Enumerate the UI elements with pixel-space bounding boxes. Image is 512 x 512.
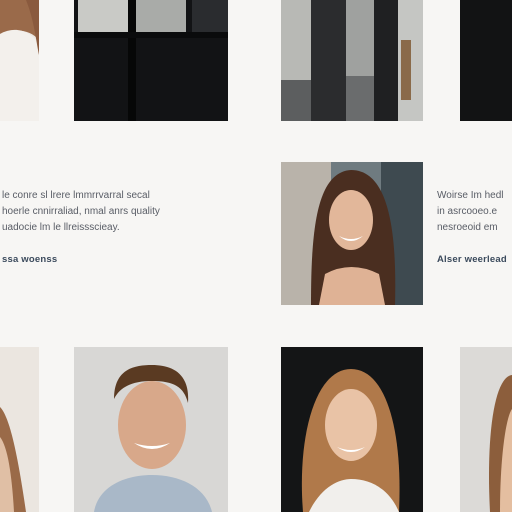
testimonial-line: Woirse Im hedl [437,190,504,201]
testimonial-text-left: le conre sl lrere lmmrrvarral secal hoer… [2,188,160,236]
testimonial-link-right[interactable]: Alser weerlead [437,254,507,265]
photo-woman-cropped-bottom-right[interactable] [460,347,512,512]
photo-woman-cropped-bottom-left[interactable] [0,347,39,512]
photo-woman-blonde-smiling[interactable] [281,347,423,512]
testimonial-line: uadocie lm le llreissscieay. [2,222,120,233]
photo-man-smiling[interactable] [74,347,228,512]
testimonial-line: in asrcooeo.e [437,206,498,217]
testimonial-link-left[interactable]: ssa woenss [2,254,57,265]
testimonial-line: hoerle cnnirraliad, nmal anrs quality [2,206,160,217]
testimonial-text-right: Woirse Im hedl in asrcooeo.e nesroeoid e… [437,188,504,236]
photo-woman-brunette-smiling[interactable] [281,162,423,305]
photo-woman-cropped-top-left[interactable] [0,0,39,121]
photo-window-frames[interactable] [281,0,423,121]
testimonial-line: le conre sl lrere lmmrrvarral secal [2,190,150,201]
photo-dark-doorway[interactable] [74,0,228,121]
testimonial-line: nesroeoid em [437,222,498,233]
photo-dark-edge-top-right[interactable] [460,0,512,121]
